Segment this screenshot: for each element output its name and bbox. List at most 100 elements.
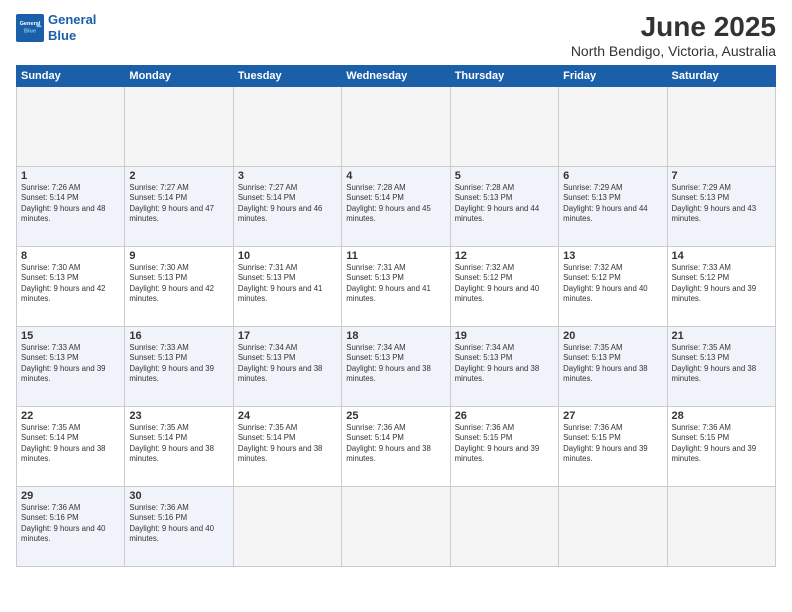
calendar-cell: 8Sunrise: 7:30 AM Sunset: 5:13 PM Daylig…	[17, 246, 125, 326]
cell-text: Sunrise: 7:36 AM Sunset: 5:15 PM Dayligh…	[455, 423, 554, 465]
calendar-cell: 4Sunrise: 7:28 AM Sunset: 5:14 PM Daylig…	[342, 166, 450, 246]
calendar-title: June 2025	[571, 12, 776, 43]
day-number: 3	[238, 170, 337, 182]
calendar-week-1: 1Sunrise: 7:26 AM Sunset: 5:14 PM Daylig…	[17, 166, 776, 246]
logo-text: General Blue	[48, 12, 96, 43]
header-tuesday: Tuesday	[233, 65, 341, 86]
calendar-header: Sunday Monday Tuesday Wednesday Thursday…	[17, 65, 776, 86]
calendar-cell: 23Sunrise: 7:35 AM Sunset: 5:14 PM Dayli…	[125, 406, 233, 486]
day-number: 22	[21, 410, 120, 422]
cell-text: Sunrise: 7:35 AM Sunset: 5:14 PM Dayligh…	[129, 423, 228, 465]
cell-text: Sunrise: 7:27 AM Sunset: 5:14 PM Dayligh…	[238, 183, 337, 225]
calendar-week-2: 8Sunrise: 7:30 AM Sunset: 5:13 PM Daylig…	[17, 246, 776, 326]
day-number: 10	[238, 250, 337, 262]
cell-text: Sunrise: 7:36 AM Sunset: 5:16 PM Dayligh…	[21, 503, 120, 545]
day-number: 29	[21, 490, 120, 502]
calendar-cell: 17Sunrise: 7:34 AM Sunset: 5:13 PM Dayli…	[233, 326, 341, 406]
day-number: 6	[563, 170, 662, 182]
calendar-cell: 2Sunrise: 7:27 AM Sunset: 5:14 PM Daylig…	[125, 166, 233, 246]
calendar-week-4: 22Sunrise: 7:35 AM Sunset: 5:14 PM Dayli…	[17, 406, 776, 486]
calendar-cell: 26Sunrise: 7:36 AM Sunset: 5:15 PM Dayli…	[450, 406, 558, 486]
calendar-cell: 12Sunrise: 7:32 AM Sunset: 5:12 PM Dayli…	[450, 246, 558, 326]
header-row: General Blue General Blue June 2025 Nort…	[16, 12, 776, 59]
day-number: 18	[346, 330, 445, 342]
cell-text: Sunrise: 7:31 AM Sunset: 5:13 PM Dayligh…	[346, 263, 445, 305]
calendar-cell	[233, 486, 341, 566]
calendar-cell: 29Sunrise: 7:36 AM Sunset: 5:16 PM Dayli…	[17, 486, 125, 566]
header-wednesday: Wednesday	[342, 65, 450, 86]
calendar-cell: 9Sunrise: 7:30 AM Sunset: 5:13 PM Daylig…	[125, 246, 233, 326]
calendar-cell: 25Sunrise: 7:36 AM Sunset: 5:14 PM Dayli…	[342, 406, 450, 486]
calendar-cell: 20Sunrise: 7:35 AM Sunset: 5:13 PM Dayli…	[559, 326, 667, 406]
calendar-cell	[559, 486, 667, 566]
day-number: 26	[455, 410, 554, 422]
title-block: June 2025 North Bendigo, Victoria, Austr…	[571, 12, 776, 59]
cell-text: Sunrise: 7:28 AM Sunset: 5:14 PM Dayligh…	[346, 183, 445, 225]
cell-text: Sunrise: 7:35 AM Sunset: 5:14 PM Dayligh…	[238, 423, 337, 465]
day-number: 8	[21, 250, 120, 262]
cell-text: Sunrise: 7:34 AM Sunset: 5:13 PM Dayligh…	[238, 343, 337, 385]
calendar-cell	[233, 86, 341, 166]
cell-text: Sunrise: 7:36 AM Sunset: 5:16 PM Dayligh…	[129, 503, 228, 545]
calendar-cell: 27Sunrise: 7:36 AM Sunset: 5:15 PM Dayli…	[559, 406, 667, 486]
day-number: 12	[455, 250, 554, 262]
calendar-cell: 30Sunrise: 7:36 AM Sunset: 5:16 PM Dayli…	[125, 486, 233, 566]
cell-text: Sunrise: 7:35 AM Sunset: 5:14 PM Dayligh…	[21, 423, 120, 465]
calendar-cell	[342, 486, 450, 566]
logo: General Blue General Blue	[16, 12, 96, 43]
calendar-cell	[125, 86, 233, 166]
day-number: 11	[346, 250, 445, 262]
day-number: 4	[346, 170, 445, 182]
cell-text: Sunrise: 7:33 AM Sunset: 5:13 PM Dayligh…	[21, 343, 120, 385]
calendar-cell: 21Sunrise: 7:35 AM Sunset: 5:13 PM Dayli…	[667, 326, 775, 406]
calendar-cell	[667, 86, 775, 166]
header-saturday: Saturday	[667, 65, 775, 86]
calendar-week-5: 29Sunrise: 7:36 AM Sunset: 5:16 PM Dayli…	[17, 486, 776, 566]
calendar-cell: 16Sunrise: 7:33 AM Sunset: 5:13 PM Dayli…	[125, 326, 233, 406]
cell-text: Sunrise: 7:32 AM Sunset: 5:12 PM Dayligh…	[455, 263, 554, 305]
calendar-cell: 14Sunrise: 7:33 AM Sunset: 5:12 PM Dayli…	[667, 246, 775, 326]
cell-text: Sunrise: 7:30 AM Sunset: 5:13 PM Dayligh…	[21, 263, 120, 305]
calendar-cell	[450, 86, 558, 166]
calendar-cell	[559, 86, 667, 166]
cell-text: Sunrise: 7:28 AM Sunset: 5:13 PM Dayligh…	[455, 183, 554, 225]
calendar-cell	[667, 486, 775, 566]
day-number: 9	[129, 250, 228, 262]
day-number: 17	[238, 330, 337, 342]
day-number: 19	[455, 330, 554, 342]
logo-icon: General Blue	[16, 14, 44, 42]
calendar-cell: 28Sunrise: 7:36 AM Sunset: 5:15 PM Dayli…	[667, 406, 775, 486]
calendar-cell: 13Sunrise: 7:32 AM Sunset: 5:12 PM Dayli…	[559, 246, 667, 326]
calendar-cell: 5Sunrise: 7:28 AM Sunset: 5:13 PM Daylig…	[450, 166, 558, 246]
calendar-week-3: 15Sunrise: 7:33 AM Sunset: 5:13 PM Dayli…	[17, 326, 776, 406]
day-number: 15	[21, 330, 120, 342]
day-number: 25	[346, 410, 445, 422]
cell-text: Sunrise: 7:35 AM Sunset: 5:13 PM Dayligh…	[672, 343, 771, 385]
calendar-page: General Blue General Blue June 2025 Nort…	[0, 0, 792, 612]
calendar-cell: 1Sunrise: 7:26 AM Sunset: 5:14 PM Daylig…	[17, 166, 125, 246]
cell-text: Sunrise: 7:27 AM Sunset: 5:14 PM Dayligh…	[129, 183, 228, 225]
day-number: 24	[238, 410, 337, 422]
day-number: 28	[672, 410, 771, 422]
day-number: 20	[563, 330, 662, 342]
day-number: 1	[21, 170, 120, 182]
calendar-subtitle: North Bendigo, Victoria, Australia	[571, 43, 776, 59]
cell-text: Sunrise: 7:26 AM Sunset: 5:14 PM Dayligh…	[21, 183, 120, 225]
day-number: 14	[672, 250, 771, 262]
calendar-cell: 15Sunrise: 7:33 AM Sunset: 5:13 PM Dayli…	[17, 326, 125, 406]
cell-text: Sunrise: 7:36 AM Sunset: 5:15 PM Dayligh…	[672, 423, 771, 465]
cell-text: Sunrise: 7:34 AM Sunset: 5:13 PM Dayligh…	[455, 343, 554, 385]
calendar-cell: 6Sunrise: 7:29 AM Sunset: 5:13 PM Daylig…	[559, 166, 667, 246]
cell-text: Sunrise: 7:36 AM Sunset: 5:15 PM Dayligh…	[563, 423, 662, 465]
cell-text: Sunrise: 7:31 AM Sunset: 5:13 PM Dayligh…	[238, 263, 337, 305]
cell-text: Sunrise: 7:32 AM Sunset: 5:12 PM Dayligh…	[563, 263, 662, 305]
calendar-cell: 3Sunrise: 7:27 AM Sunset: 5:14 PM Daylig…	[233, 166, 341, 246]
svg-text:Blue: Blue	[24, 28, 36, 34]
day-number: 23	[129, 410, 228, 422]
calendar-cell: 7Sunrise: 7:29 AM Sunset: 5:13 PM Daylig…	[667, 166, 775, 246]
cell-text: Sunrise: 7:29 AM Sunset: 5:13 PM Dayligh…	[672, 183, 771, 225]
calendar-cell: 24Sunrise: 7:35 AM Sunset: 5:14 PM Dayli…	[233, 406, 341, 486]
calendar-cell	[17, 86, 125, 166]
calendar-cell	[450, 486, 558, 566]
day-number: 7	[672, 170, 771, 182]
